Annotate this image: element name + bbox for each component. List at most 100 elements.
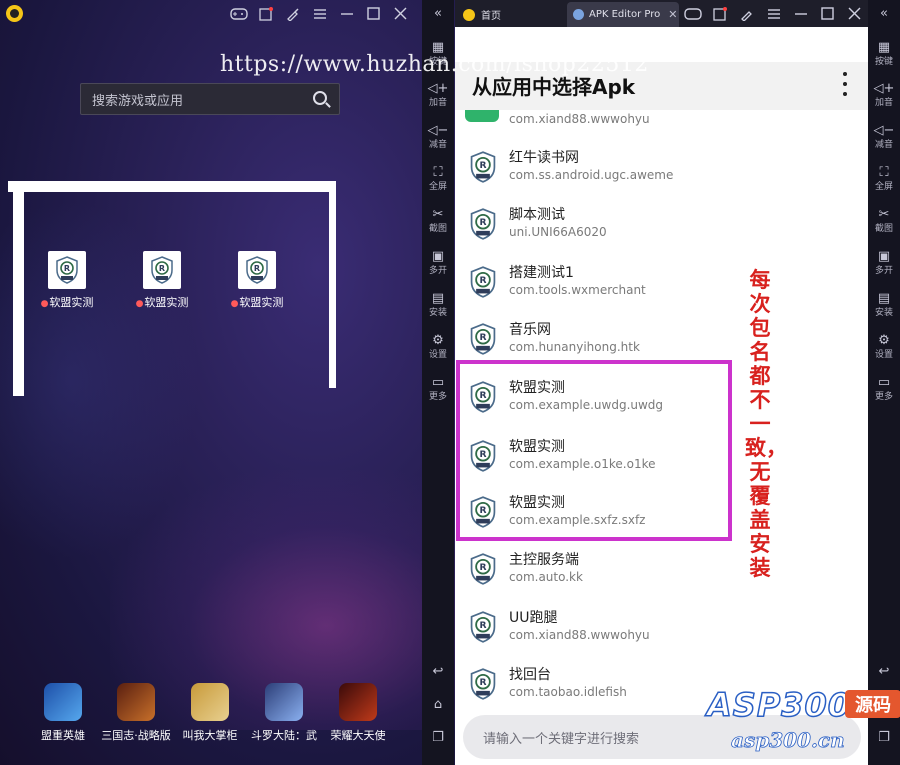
new-dot: ● xyxy=(230,299,239,309)
tab-close-icon[interactable]: ✕ xyxy=(668,8,677,21)
svg-text:R: R xyxy=(479,218,486,228)
game-label: 叫我大掌柜 xyxy=(182,729,238,742)
emulator-logo-icon xyxy=(463,8,475,21)
game-label: 三国志·战略版 xyxy=(101,729,171,742)
menu-icon[interactable] xyxy=(306,0,333,27)
dock-game[interactable]: 盟重英雄 xyxy=(23,683,103,743)
scissors-icon: ✂ xyxy=(878,207,890,222)
svg-text:R: R xyxy=(64,264,70,273)
emulator-logo-icon xyxy=(6,5,23,22)
ruanmeng-shield-icon: R xyxy=(470,323,496,355)
ruanmeng-shield-icon: R xyxy=(470,611,496,643)
apk-install-icon: ▤ xyxy=(877,291,891,306)
toolbar-button[interactable]: ▣ 多开 xyxy=(868,249,900,277)
close-icon[interactable] xyxy=(841,0,868,27)
app-name: 音乐网 xyxy=(509,322,551,338)
edit-notify-icon[interactable] xyxy=(252,0,279,27)
brush-icon[interactable] xyxy=(279,0,306,27)
watermark-url: https://www.huzhan.com/ishop22512 xyxy=(220,52,649,77)
back-icon[interactable]: ↩ xyxy=(422,664,454,680)
apk-list-item[interactable]: R 红牛读书网 com.ss.android.ugc.aweme xyxy=(455,138,868,195)
game-label: 盟重英雄 xyxy=(41,729,85,742)
app-name: 找回台 xyxy=(509,667,551,683)
dock-game[interactable]: 荣耀大天使 xyxy=(318,683,398,743)
apk-list-item[interactable]: R 搭建测试1 com.tools.wxmerchant xyxy=(455,253,868,310)
gamepad-icon[interactable] xyxy=(225,0,252,27)
ruanmeng-shield-icon: R xyxy=(470,553,496,585)
overflow-menu-icon[interactable] xyxy=(842,72,848,96)
more-icon: ▭ xyxy=(431,375,445,390)
app-icon xyxy=(465,110,499,122)
back-icon[interactable]: ↩ xyxy=(868,664,900,680)
game-label: 荣耀大天使 xyxy=(330,729,386,742)
gamepad-icon[interactable] xyxy=(679,0,706,27)
desktop-app[interactable]: R ●软盟实测 xyxy=(22,251,112,310)
app-name: 主控服务端 xyxy=(509,552,579,568)
minimize-icon[interactable] xyxy=(333,0,360,27)
toolbar-button[interactable]: ✂ 截图 xyxy=(868,207,900,235)
apk-list-item[interactable]: R 主控服务端 com.auto.kk xyxy=(455,540,868,597)
dock-game[interactable]: 叫我大掌柜 xyxy=(170,683,250,743)
toolbar-button[interactable]: ✂ 截图 xyxy=(422,207,454,235)
tab-apk-editor[interactable]: APK Editor Pro ✕ xyxy=(567,2,679,27)
maximize-icon[interactable] xyxy=(360,0,387,27)
toolbar-button[interactable]: ◁− 减音 xyxy=(868,123,900,151)
highlight-box xyxy=(456,360,732,541)
recents-icon[interactable]: ❐ xyxy=(422,730,454,746)
home-icon[interactable]: ⌂ xyxy=(422,697,454,713)
toolbar-button[interactable]: ▭ 更多 xyxy=(422,375,454,403)
toolbar-button[interactable]: ⚙ 设置 xyxy=(868,333,900,361)
game-icon xyxy=(117,683,155,721)
apk-install-icon: ▤ xyxy=(431,291,445,306)
apk-list-item[interactable]: R UU跑腿 com.xiand88.wwwohyu xyxy=(455,598,868,655)
collapse-chevron-icon[interactable]: « xyxy=(868,6,900,22)
annotation-frame-top xyxy=(8,181,336,192)
toolbar-button[interactable]: ◁− 减音 xyxy=(422,123,454,151)
desktop-app[interactable]: R ●软盟实测 xyxy=(212,251,302,310)
search-placeholder: 搜索游戏或应用 xyxy=(92,93,184,109)
package-name: com.hunanyihong.htk xyxy=(509,340,640,354)
svg-text:R: R xyxy=(479,563,486,573)
volume-down-icon: ◁− xyxy=(427,123,449,138)
fullscreen-icon: ⛶ xyxy=(433,165,443,180)
toolbar-button[interactable]: ⛶ 全屏 xyxy=(422,165,454,193)
toolbar-button[interactable]: ▤ 安装 xyxy=(422,291,454,319)
toolbar-button[interactable]: ◁+ 加音 xyxy=(422,81,454,109)
volume-down-icon: ◁− xyxy=(873,123,895,138)
svg-text:R: R xyxy=(479,621,486,631)
apk-list-item[interactable]: R 音乐网 com.hunanyihong.htk xyxy=(455,310,868,367)
edit-notify-icon[interactable] xyxy=(706,0,733,27)
toolbar-button[interactable]: ▣ 多开 xyxy=(422,249,454,277)
app-name: UU跑腿 xyxy=(509,610,558,626)
game-icon xyxy=(339,683,377,721)
list-item-partial[interactable]: com.xiand88.wwwohyu xyxy=(455,110,868,128)
apk-list-item[interactable]: R 脚本测试 uni.UNI66A6020 xyxy=(455,195,868,252)
close-icon[interactable] xyxy=(387,0,414,27)
toolbar-button[interactable]: ▤ 安装 xyxy=(868,291,900,319)
game-search-input[interactable]: 搜索游戏或应用 xyxy=(80,83,340,115)
desktop-app[interactable]: R ●软盟实测 xyxy=(117,251,207,310)
svg-text:R: R xyxy=(159,264,165,273)
search-icon[interactable] xyxy=(313,91,327,105)
brush-icon[interactable] xyxy=(733,0,760,27)
toolbar-button[interactable]: ▭ 更多 xyxy=(868,375,900,403)
toolbar-button[interactable]: ◁+ 加音 xyxy=(868,81,900,109)
collapse-chevron-icon[interactable]: « xyxy=(422,6,454,22)
minimize-icon[interactable] xyxy=(787,0,814,27)
menu-icon[interactable] xyxy=(760,0,787,27)
toolbar-button[interactable]: ⛶ 全屏 xyxy=(868,165,900,193)
dock-game[interactable]: 三国志·战略版 xyxy=(96,683,176,743)
left-titlebar xyxy=(0,0,420,27)
ruanmeng-shield-icon: R xyxy=(48,251,86,289)
new-dot: ● xyxy=(135,299,144,309)
svg-text:R: R xyxy=(479,678,486,688)
toolbar-button[interactable]: ▦ 按键 xyxy=(868,40,900,68)
tab-home[interactable]: 首页 xyxy=(463,2,563,27)
package-name: com.taobao.idlefish xyxy=(509,685,627,699)
screenshot-root: 搜索游戏或应用 R ●软盟实测 R ●软盟实测 R ●软盟实测 盟重英雄 三国志… xyxy=(0,0,900,765)
gear-icon: ⚙ xyxy=(878,333,890,348)
toolbar-button[interactable]: ⚙ 设置 xyxy=(422,333,454,361)
dock-game[interactable]: 斗罗大陆：武 xyxy=(244,683,324,743)
maximize-icon[interactable] xyxy=(814,0,841,27)
package-name: uni.UNI66A6020 xyxy=(509,225,607,239)
